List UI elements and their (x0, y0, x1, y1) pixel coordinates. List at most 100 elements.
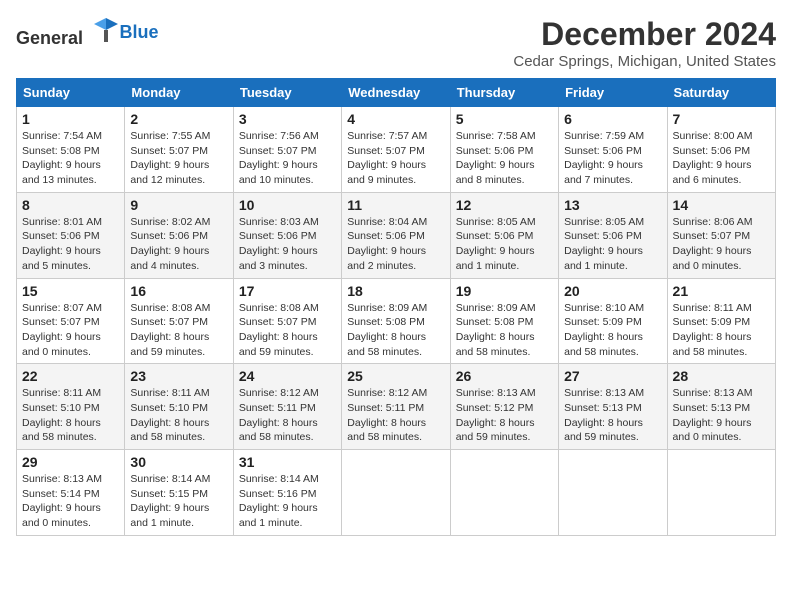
day-detail: Sunrise: 8:11 AM Sunset: 5:10 PM Dayligh… (22, 386, 119, 445)
location-title: Cedar Springs, Michigan, United States (513, 53, 776, 70)
day-number: 26 (456, 368, 553, 384)
calendar-cell: 12 Sunrise: 8:05 AM Sunset: 5:06 PM Dayli… (450, 192, 558, 278)
calendar-cell: 27 Sunrise: 8:13 AM Sunset: 5:13 PM Dayli… (559, 364, 667, 450)
calendar-cell: 8 Sunrise: 8:01 AM Sunset: 5:06 PM Daylig… (17, 192, 125, 278)
day-detail: Sunrise: 8:06 AM Sunset: 5:07 PM Dayligh… (673, 215, 770, 274)
calendar-week-row: 29Sunrise: 8:13 AM Sunset: 5:14 PM Dayli… (17, 450, 776, 536)
day-detail: Sunrise: 8:05 AM Sunset: 5:06 PM Dayligh… (564, 215, 661, 274)
day-detail: Sunrise: 8:00 AM Sunset: 5:06 PM Dayligh… (673, 129, 770, 188)
calendar-cell: 7 Sunrise: 8:00 AM Sunset: 5:06 PM Daylig… (667, 107, 775, 193)
day-number: 29 (22, 454, 119, 470)
logo-flag-icon (92, 16, 120, 44)
day-number: 13 (564, 197, 661, 213)
day-number: 30 (130, 454, 227, 470)
calendar-cell (342, 450, 450, 536)
day-detail: Sunrise: 8:10 AM Sunset: 5:09 PM Dayligh… (564, 301, 661, 360)
calendar-cell: 21 Sunrise: 8:11 AM Sunset: 5:09 PM Dayli… (667, 278, 775, 364)
page-header: General Blue December 2024 Cedar Springs… (16, 16, 776, 70)
day-number: 20 (564, 283, 661, 299)
calendar-cell: 23 Sunrise: 8:11 AM Sunset: 5:10 PM Dayli… (125, 364, 233, 450)
calendar-cell: 6 Sunrise: 7:59 AM Sunset: 5:06 PM Daylig… (559, 107, 667, 193)
day-detail: Sunrise: 8:08 AM Sunset: 5:07 PM Dayligh… (239, 301, 336, 360)
day-detail: Sunrise: 8:08 AM Sunset: 5:07 PM Dayligh… (130, 301, 227, 360)
calendar-cell: 20 Sunrise: 8:10 AM Sunset: 5:09 PM Dayli… (559, 278, 667, 364)
calendar-week-row: 1Sunrise: 7:54 AM Sunset: 5:08 PM Daylig… (17, 107, 776, 193)
calendar-table: SundayMondayTuesdayWednesdayThursdayFrid… (16, 78, 776, 536)
calendar-cell: 14 Sunrise: 8:06 AM Sunset: 5:07 PM Dayli… (667, 192, 775, 278)
day-number: 15 (22, 283, 119, 299)
day-number: 6 (564, 111, 661, 127)
calendar-cell: 28 Sunrise: 8:13 AM Sunset: 5:13 PM Dayli… (667, 364, 775, 450)
day-number: 23 (130, 368, 227, 384)
day-detail: Sunrise: 8:11 AM Sunset: 5:09 PM Dayligh… (673, 301, 770, 360)
day-detail: Sunrise: 8:12 AM Sunset: 5:11 PM Dayligh… (239, 386, 336, 445)
day-detail: Sunrise: 8:09 AM Sunset: 5:08 PM Dayligh… (347, 301, 444, 360)
calendar-cell: 11Sunrise: 8:04 AM Sunset: 5:06 PM Dayli… (342, 192, 450, 278)
day-number: 27 (564, 368, 661, 384)
day-number: 25 (347, 368, 444, 384)
column-header-saturday: Saturday (667, 79, 775, 107)
calendar-cell: 29Sunrise: 8:13 AM Sunset: 5:14 PM Dayli… (17, 450, 125, 536)
calendar-header-row: SundayMondayTuesdayWednesdayThursdayFrid… (17, 79, 776, 107)
day-number: 9 (130, 197, 227, 213)
day-detail: Sunrise: 7:57 AM Sunset: 5:07 PM Dayligh… (347, 129, 444, 188)
day-number: 28 (673, 368, 770, 384)
day-number: 18 (347, 283, 444, 299)
calendar-cell: 4 Sunrise: 7:57 AM Sunset: 5:07 PM Daylig… (342, 107, 450, 193)
calendar-week-row: 22Sunrise: 8:11 AM Sunset: 5:10 PM Dayli… (17, 364, 776, 450)
day-number: 16 (130, 283, 227, 299)
calendar-cell: 26 Sunrise: 8:13 AM Sunset: 5:12 PM Dayli… (450, 364, 558, 450)
calendar-cell: 13 Sunrise: 8:05 AM Sunset: 5:06 PM Dayli… (559, 192, 667, 278)
day-detail: Sunrise: 8:12 AM Sunset: 5:11 PM Dayligh… (347, 386, 444, 445)
calendar-cell: 17Sunrise: 8:08 AM Sunset: 5:07 PM Dayli… (233, 278, 341, 364)
day-detail: Sunrise: 7:58 AM Sunset: 5:06 PM Dayligh… (456, 129, 553, 188)
calendar-week-row: 15Sunrise: 8:07 AM Sunset: 5:07 PM Dayli… (17, 278, 776, 364)
day-detail: Sunrise: 8:14 AM Sunset: 5:16 PM Dayligh… (239, 472, 336, 531)
day-detail: Sunrise: 8:02 AM Sunset: 5:06 PM Dayligh… (130, 215, 227, 274)
day-number: 3 (239, 111, 336, 127)
day-number: 10 (239, 197, 336, 213)
calendar-cell: 10Sunrise: 8:03 AM Sunset: 5:06 PM Dayli… (233, 192, 341, 278)
day-number: 19 (456, 283, 553, 299)
calendar-cell: 25 Sunrise: 8:12 AM Sunset: 5:11 PM Dayli… (342, 364, 450, 450)
calendar-cell (450, 450, 558, 536)
day-number: 21 (673, 283, 770, 299)
calendar-cell: 16 Sunrise: 8:08 AM Sunset: 5:07 PM Dayli… (125, 278, 233, 364)
day-number: 8 (22, 197, 119, 213)
logo-blue-text: Blue (120, 22, 159, 42)
day-detail: Sunrise: 8:01 AM Sunset: 5:06 PM Dayligh… (22, 215, 119, 274)
day-detail: Sunrise: 8:13 AM Sunset: 5:13 PM Dayligh… (564, 386, 661, 445)
month-title: December 2024 (513, 16, 776, 53)
calendar-cell: 24 Sunrise: 8:12 AM Sunset: 5:11 PM Dayli… (233, 364, 341, 450)
column-header-tuesday: Tuesday (233, 79, 341, 107)
day-detail: Sunrise: 8:13 AM Sunset: 5:13 PM Dayligh… (673, 386, 770, 445)
day-detail: Sunrise: 7:59 AM Sunset: 5:06 PM Dayligh… (564, 129, 661, 188)
title-area: December 2024 Cedar Springs, Michigan, U… (513, 16, 776, 70)
day-detail: Sunrise: 8:05 AM Sunset: 5:06 PM Dayligh… (456, 215, 553, 274)
calendar-cell: 18 Sunrise: 8:09 AM Sunset: 5:08 PM Dayli… (342, 278, 450, 364)
day-detail: Sunrise: 8:11 AM Sunset: 5:10 PM Dayligh… (130, 386, 227, 445)
day-detail: Sunrise: 7:54 AM Sunset: 5:08 PM Dayligh… (22, 129, 119, 188)
day-number: 12 (456, 197, 553, 213)
calendar-cell: 2 Sunrise: 7:55 AM Sunset: 5:07 PM Daylig… (125, 107, 233, 193)
column-header-friday: Friday (559, 79, 667, 107)
column-header-monday: Monday (125, 79, 233, 107)
day-number: 7 (673, 111, 770, 127)
day-number: 11 (347, 197, 444, 213)
day-number: 4 (347, 111, 444, 127)
day-detail: Sunrise: 8:09 AM Sunset: 5:08 PM Dayligh… (456, 301, 553, 360)
calendar-cell: 31 Sunrise: 8:14 AM Sunset: 5:16 PM Dayli… (233, 450, 341, 536)
day-number: 14 (673, 197, 770, 213)
day-detail: Sunrise: 7:55 AM Sunset: 5:07 PM Dayligh… (130, 129, 227, 188)
calendar-cell (667, 450, 775, 536)
day-detail: Sunrise: 8:13 AM Sunset: 5:12 PM Dayligh… (456, 386, 553, 445)
day-number: 31 (239, 454, 336, 470)
day-detail: Sunrise: 7:56 AM Sunset: 5:07 PM Dayligh… (239, 129, 336, 188)
day-number: 2 (130, 111, 227, 127)
calendar-cell: 5Sunrise: 7:58 AM Sunset: 5:06 PM Daylig… (450, 107, 558, 193)
logo: General Blue (16, 16, 159, 49)
column-header-sunday: Sunday (17, 79, 125, 107)
calendar-cell: 19 Sunrise: 8:09 AM Sunset: 5:08 PM Dayli… (450, 278, 558, 364)
column-header-wednesday: Wednesday (342, 79, 450, 107)
day-number: 24 (239, 368, 336, 384)
